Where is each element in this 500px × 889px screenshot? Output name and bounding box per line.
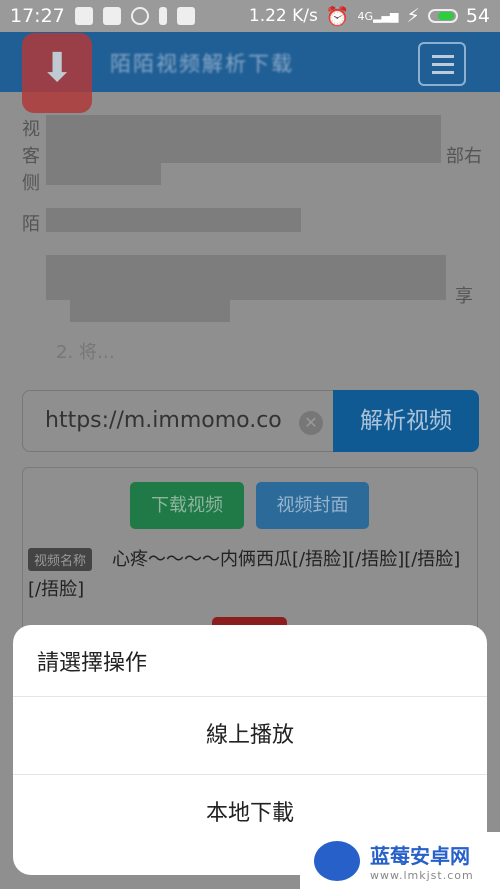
download-arrow-icon: ⬇ — [22, 33, 92, 113]
app-notification-icon — [102, 7, 121, 25]
page-title: 陌陌视频解析下载 — [110, 52, 294, 76]
option-play-online[interactable]: 線上播放 — [13, 697, 487, 775]
step-text: 2. 将… — [56, 342, 115, 363]
download-video-button[interactable]: 下载视频 — [130, 482, 244, 529]
video-name: 心疼～～～～内俩西瓜[/捂脸][/捂脸][/捂脸][/捂脸] — [28, 549, 461, 600]
android-logo-icon — [314, 840, 360, 881]
network-type: 4G — [357, 9, 374, 23]
video-name-tag: 视频名称 — [28, 548, 93, 571]
video-cover-button[interactable]: 视频封面 — [256, 482, 369, 529]
watermark-url: www.lmkjst.com — [370, 868, 474, 882]
intro-text: 部右 — [446, 146, 482, 167]
url-input-value: https://m.immomo.co — [45, 408, 282, 433]
intro-text: 视 — [22, 119, 40, 140]
intro-text: 享 — [455, 286, 473, 307]
intro-text: 客 — [22, 146, 40, 167]
pixelated-region — [46, 115, 441, 163]
intro-text: 陌 — [22, 214, 40, 235]
menu-button[interactable] — [418, 42, 466, 86]
parse-video-button[interactable]: 解析视频 — [333, 390, 479, 452]
battery-icon — [427, 9, 458, 23]
usb-icon — [158, 7, 167, 25]
charging-icon: ⚡ — [406, 5, 420, 27]
intro-text: 侧 — [22, 173, 40, 194]
pixelated-region — [46, 208, 301, 232]
watermark: 蓝莓安卓网 www.lmkjst.com — [300, 832, 500, 889]
clear-icon[interactable]: ✕ — [299, 411, 323, 435]
url-input[interactable]: https://m.immomo.co ✕ — [22, 390, 334, 452]
pixelated-region — [70, 300, 230, 322]
status-bar: 17:27 1.22 K/s ⏰ 4G▂▄▆ ⚡ 54 — [0, 0, 500, 32]
pixelated-region — [46, 163, 161, 185]
weibo-icon — [74, 7, 93, 25]
share-icon — [130, 7, 149, 25]
action-sheet-title: 請選擇操作 — [13, 625, 487, 697]
alarm-icon: ⏰ — [325, 5, 350, 28]
pixelated-region — [46, 255, 446, 300]
network-speed: 1.22 K/s — [248, 6, 318, 26]
battery-level: 54 — [465, 5, 490, 27]
signal-icon: 4G▂▄▆ — [357, 9, 399, 23]
watermark-name: 蓝莓安卓网 — [370, 843, 470, 868]
app-notification-icon-2 — [176, 7, 195, 25]
status-time: 17:27 — [10, 5, 65, 27]
